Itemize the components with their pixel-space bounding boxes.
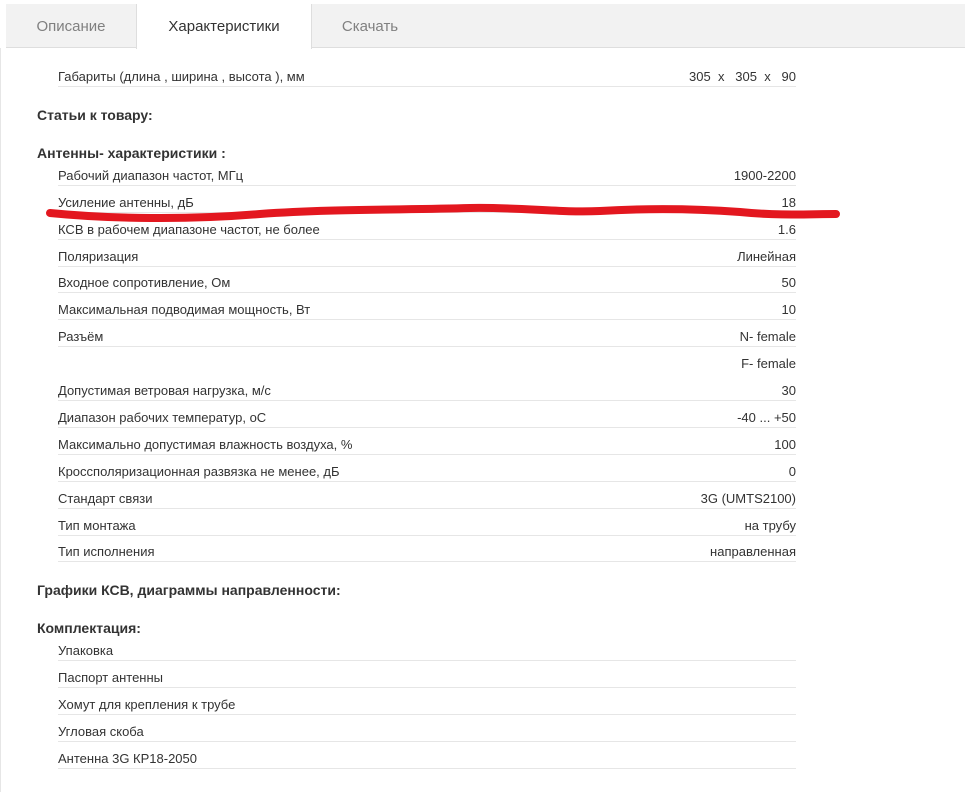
spec-row: Максимальная подводимая мощность, Вт 10 (58, 299, 796, 323)
kit-item: Угловая скоба (58, 721, 796, 745)
spec-value: 1.6 (775, 222, 796, 237)
spec-label: КСВ в рабочем диапазоне частот, не более (58, 222, 322, 237)
section-articles-heading: Статьи к товару: (37, 107, 153, 123)
tab-description[interactable]: Описание (6, 4, 136, 48)
spec-row-dimensions: Габариты (длина , ширина , высота ), мм … (58, 66, 796, 90)
spec-label: Усиление антенны, дБ (58, 195, 196, 210)
row-divider (58, 561, 796, 562)
row-divider (58, 768, 796, 769)
spec-row: КСВ в рабочем диапазоне частот, не более… (58, 219, 796, 243)
spec-value: 18 (779, 195, 796, 210)
spec-row: Диапазон рабочих температур, оС -40 ... +… (58, 407, 796, 431)
row-divider (58, 239, 796, 240)
kit-item-label: Антенна 3G КР18-2050 (58, 751, 199, 766)
spec-row: Тип монтажа на трубу (58, 515, 796, 539)
spec-value: направленная (708, 544, 796, 559)
row-divider (58, 687, 796, 688)
spec-value: Линейная (735, 249, 796, 264)
row-divider (58, 481, 796, 482)
spec-label: Поляризация (58, 249, 141, 264)
spec-label: Входное сопротивление, Ом (58, 275, 233, 290)
tab-download[interactable]: Скачать (312, 4, 428, 48)
row-divider (58, 86, 796, 87)
spec-value: N- female (737, 329, 796, 344)
spec-row: Входное сопротивление, Ом 50 (58, 272, 796, 296)
spec-value: 50 (779, 275, 796, 290)
row-divider (58, 454, 796, 455)
spec-label: Диапазон рабочих температур, оС (58, 410, 269, 425)
spec-label: Максимальная подводимая мощность, Вт (58, 302, 313, 317)
row-divider (58, 212, 796, 213)
spec-row: Максимально допустимая влажность воздуха… (58, 434, 796, 458)
spec-row: Рабочий диапазон частот, МГц 1900-2200 (58, 165, 796, 189)
spec-label: Максимально допустимая влажность воздуха… (58, 437, 355, 452)
spec-row: Поляризация Линейная (58, 246, 796, 270)
section-antenna-heading: Антенны- характеристики : (37, 145, 226, 161)
spec-row: Стандарт связи 3G (UMTS2100) (58, 488, 796, 512)
spec-label: Стандарт связи (58, 491, 155, 506)
kit-item: Паспорт антенны (58, 667, 796, 691)
spec-label: Тип монтажа (58, 518, 138, 533)
row-divider (58, 292, 796, 293)
spec-value: на трубу (742, 518, 796, 533)
spec-value: 100 (772, 437, 796, 452)
row-divider (58, 319, 796, 320)
section-kit-heading: Комплектация: (37, 620, 141, 636)
row-divider (58, 714, 796, 715)
spec-label: Габариты (длина , ширина , высота ), мм (58, 69, 307, 84)
spec-label: Допустимая ветровая нагрузка, м/с (58, 383, 273, 398)
spec-label: Кроссполяризационная развязка не менее, … (58, 464, 342, 479)
row-divider (58, 660, 796, 661)
spec-row: Допустимая ветровая нагрузка, м/с 30 (58, 380, 796, 404)
spec-row: Кроссполяризационная развязка не менее, … (58, 461, 796, 485)
spec-row: Усиление антенны, дБ 18 (58, 192, 796, 216)
kit-item: Антенна 3G КР18-2050 (58, 748, 796, 772)
kit-item-label: Упаковка (58, 643, 116, 658)
spec-label: Тип исполнения (58, 544, 157, 559)
row-divider (58, 741, 796, 742)
spec-row: F- female (58, 353, 796, 377)
row-divider (58, 508, 796, 509)
spec-value: 3G (UMTS2100) (698, 491, 796, 506)
spec-value: -40 ... +50 (735, 410, 796, 425)
product-page: Описание Характеристики Скачать Габариты… (0, 0, 965, 792)
spec-row: Тип исполнения направленная (58, 541, 796, 565)
kit-item-label: Угловая скоба (58, 724, 146, 739)
row-divider (58, 400, 796, 401)
row-divider (58, 185, 796, 186)
spec-value: 1900-2200 (731, 168, 796, 183)
spec-value: 10 (779, 302, 796, 317)
kit-item-label: Хомут для крепления к трубе (58, 697, 238, 712)
section-graphs-heading: Графики КСВ, диаграммы направленности: (37, 582, 341, 598)
spec-label: Разъём (58, 329, 106, 344)
spec-value: 30 (779, 383, 796, 398)
tab-bar: Описание Характеристики Скачать (6, 4, 965, 49)
row-divider (58, 346, 796, 347)
kit-item-label: Паспорт антенны (58, 670, 166, 685)
row-divider (58, 427, 796, 428)
spec-label: Рабочий диапазон частот, МГц (58, 168, 246, 183)
kit-item: Упаковка (58, 640, 796, 664)
spec-value: 0 (786, 464, 796, 479)
tab-characteristics[interactable]: Характеристики (136, 4, 312, 49)
row-divider (58, 266, 796, 267)
characteristics-panel: Габариты (длина , ширина , высота ), мм … (0, 48, 965, 792)
kit-item: Хомут для крепления к трубе (58, 694, 796, 718)
spec-value: F- female (739, 356, 796, 371)
row-divider (58, 535, 796, 536)
spec-row: Разъём N- female (58, 326, 796, 350)
spec-value: 305 x 305 x 90 (687, 69, 796, 84)
